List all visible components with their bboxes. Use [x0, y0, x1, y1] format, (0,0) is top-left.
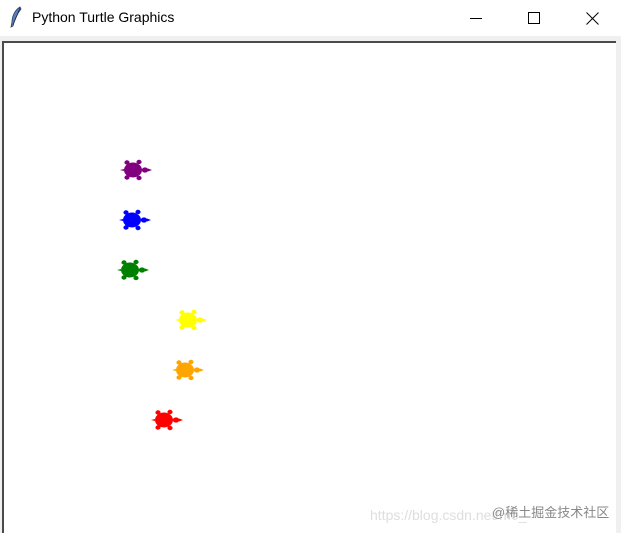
- close-button[interactable]: [563, 0, 621, 36]
- turtle-red: [151, 409, 183, 431]
- window-frame: https://blog.csdn.net/m0_ @稀土掘金技术社区: [0, 36, 621, 533]
- feather-icon: [10, 6, 22, 28]
- turtle-window: Python Turtle Graphics https://blog.csdn…: [0, 0, 621, 533]
- title-bar[interactable]: Python Turtle Graphics: [0, 0, 621, 36]
- turtle-purple: [120, 159, 152, 181]
- turtle-green: [117, 259, 149, 281]
- minimize-button[interactable]: [447, 0, 505, 36]
- maximize-icon: [528, 12, 540, 24]
- close-icon: [585, 11, 599, 25]
- window-title: Python Turtle Graphics: [32, 9, 175, 25]
- minimize-icon: [470, 18, 482, 19]
- watermark-brand: @稀土掘金技术社区: [492, 505, 610, 520]
- turtle-yellow: [175, 309, 207, 331]
- turtle-orange: [172, 359, 204, 381]
- turtle-blue: [119, 209, 151, 231]
- maximize-button[interactable]: [505, 0, 563, 36]
- turtle-canvas[interactable]: https://blog.csdn.net/m0_ @稀土掘金技术社区: [2, 41, 616, 533]
